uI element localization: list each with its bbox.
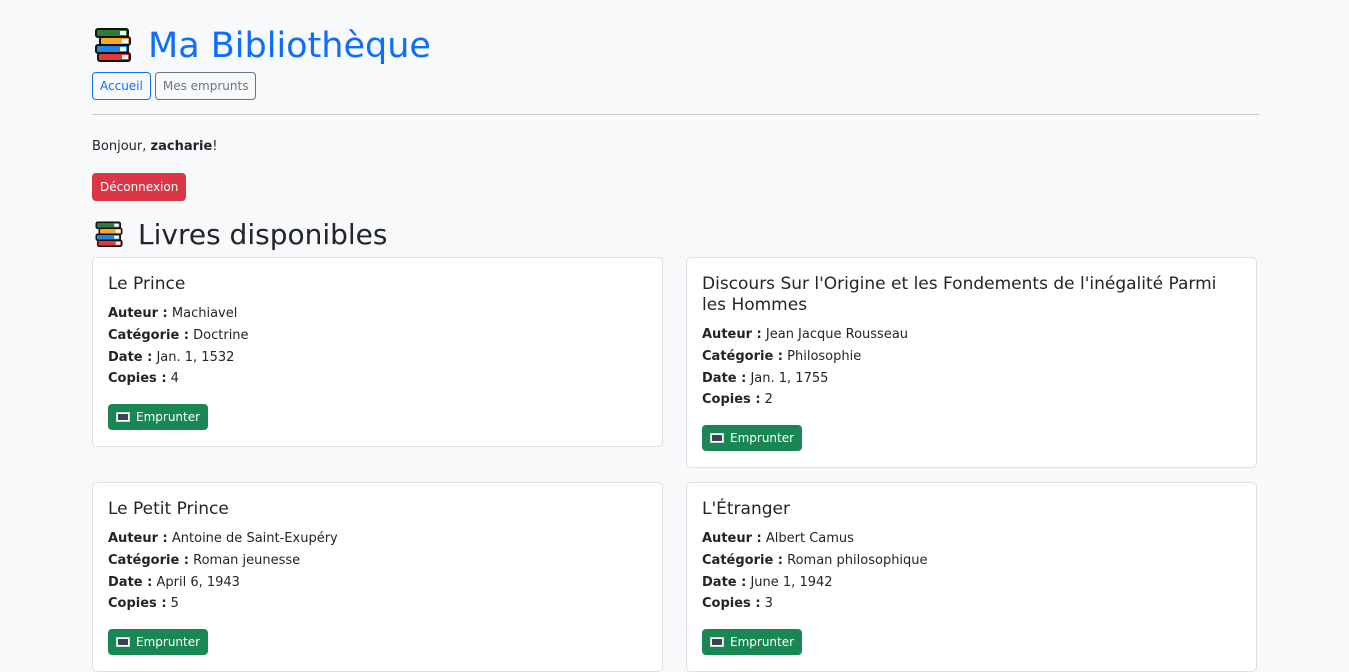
date-label: Date : [702,574,747,590]
book-date-row: Date : Jan. 1, 1755 [702,368,1241,390]
book-category-row: Catégorie : Roman philosophique [702,550,1241,572]
logout-button[interactable]: Déconnexion [92,173,187,201]
date-label: Date : [108,349,153,365]
books-icon [95,221,123,247]
book-author: Albert Camus [765,531,854,546]
books-icon [95,28,131,62]
header-divider [92,114,1259,115]
brand-header: Ma Bibliothèque [92,26,431,66]
greeting: Bonjour, zacharie! [92,139,218,154]
main-nav: Accueil Mes emprunts [92,72,257,100]
book-title: L'Étranger [702,499,790,519]
book-category-row: Catégorie : Philosophie [702,346,1241,368]
book-date-row: Date : April 6, 1943 [108,572,647,594]
book-category: Doctrine [193,327,249,343]
copies-label: Copies : [702,596,761,612]
book-author-row: Auteur : Machiavel [108,303,647,325]
borrow-label: Emprunter [136,410,201,425]
borrow-label: Emprunter [730,431,795,446]
section-header: Livres disponibles [92,218,388,252]
author-label: Auteur : [702,327,762,342]
book-date: June 1, 1942 [750,574,833,590]
date-label: Date : [108,574,153,590]
copies-label: Copies : [702,392,761,408]
nav-emprunts-button[interactable]: Mes emprunts [154,72,257,100]
category-label: Catégorie : [108,552,189,568]
book-category-row: Catégorie : Doctrine [108,325,647,347]
borrow-label: Emprunter [136,635,201,650]
book-date: Jan. 1, 1532 [156,349,235,365]
category-label: Catégorie : [702,552,783,568]
book-copies-row: Copies : 5 [108,593,647,615]
book-card: Le Petit Prince Auteur : Antoine de Sain… [92,482,663,672]
book-copies: 2 [764,392,773,408]
open-book-icon [116,637,130,648]
book-card: Discours Sur l'Origine et les Fondements… [686,257,1257,469]
book-date-row: Date : Jan. 1, 1532 [108,347,647,369]
greeting-username: zacharie [150,139,213,154]
book-card: L'Étranger Auteur : Albert Camus Catégor… [686,482,1257,672]
category-label: Catégorie : [702,348,783,364]
borrow-button[interactable]: Emprunter [702,629,803,656]
book-author: Jean Jacque Rousseau [765,327,909,342]
book-category: Roman jeunesse [193,552,301,568]
book-author-row: Auteur : Albert Camus [702,528,1241,550]
copies-label: Copies : [108,596,167,612]
greeting-prefix: Bonjour, [92,139,151,154]
book-title: Le Prince [108,274,186,294]
book-author-row: Auteur : Antoine de Saint-Exupéry [108,528,647,550]
borrow-button[interactable]: Emprunter [108,629,209,656]
open-book-icon [710,637,724,648]
book-category: Philosophie [787,348,862,364]
author-label: Auteur : [108,531,168,546]
copies-label: Copies : [108,371,167,387]
section-title: Livres disponibles [138,218,388,251]
book-title: Discours Sur l'Origine et les Fondements… [702,274,1217,315]
book-copies-row: Copies : 4 [108,368,647,390]
book-title: Le Petit Prince [108,499,229,519]
book-date-row: Date : June 1, 1942 [702,572,1241,594]
book-date: April 6, 1943 [156,574,240,590]
borrow-label: Emprunter [730,635,795,650]
book-card: Le Prince Auteur : Machiavel Catégorie :… [92,257,663,448]
site-title: Ma Bibliothèque [148,26,431,66]
book-author: Antoine de Saint-Exupéry [171,531,338,546]
book-category-row: Catégorie : Roman jeunesse [108,550,647,572]
book-copies-row: Copies : 3 [702,593,1241,615]
book-category: Roman philosophique [787,552,928,568]
nav-accueil-button[interactable]: Accueil [92,72,151,100]
date-label: Date : [702,370,747,386]
author-label: Auteur : [108,306,168,321]
open-book-icon [710,433,724,444]
greeting-suffix: ! [212,139,218,154]
book-author: Machiavel [171,306,238,321]
book-date: Jan. 1, 1755 [750,370,829,386]
borrow-button[interactable]: Emprunter [108,404,209,431]
book-copies-row: Copies : 2 [702,389,1241,411]
open-book-icon [116,412,130,423]
category-label: Catégorie : [108,327,189,343]
book-copies: 5 [170,596,179,612]
author-label: Auteur : [702,531,762,546]
book-copies: 4 [170,371,179,387]
book-author-row: Auteur : Jean Jacque Rousseau [702,324,1241,346]
book-copies: 3 [764,596,773,612]
borrow-button[interactable]: Emprunter [702,425,803,452]
